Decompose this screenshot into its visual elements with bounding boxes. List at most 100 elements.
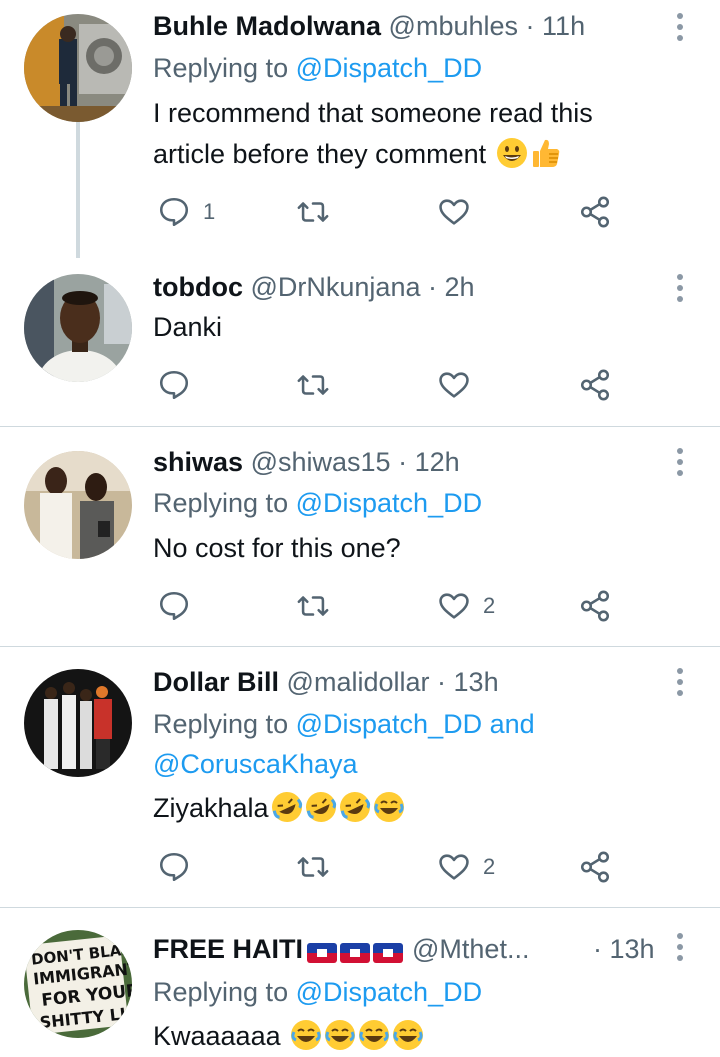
- retweet-button[interactable]: [296, 586, 330, 626]
- tweet-header: shiwas @shiwas15 · 12h: [153, 445, 460, 479]
- reply-icon: [159, 370, 189, 400]
- timestamp[interactable]: 12h: [415, 447, 460, 477]
- tweet-buhle[interactable]: Buhle Madolwana @mbuhles · 11h Replying …: [0, 0, 720, 260]
- handle[interactable]: @shiwas15: [251, 447, 391, 477]
- retweet-icon: [297, 596, 329, 616]
- replying-to: Replying to @Dispatch_DD: [153, 972, 482, 1012]
- avatar-image: [24, 669, 132, 777]
- tweet-header: tobdoc @DrNkunjana · 2h: [153, 270, 475, 304]
- handle[interactable]: @mbuhles: [389, 11, 518, 41]
- tweet-text-line: Kwaaaaaa: [153, 1021, 281, 1051]
- tweet-tobdoc[interactable]: tobdoc @DrNkunjana · 2h Danki: [0, 260, 720, 426]
- thumbs-up-emoji: [530, 137, 562, 169]
- share-button[interactable]: [578, 192, 612, 232]
- tweet-dollar-bill[interactable]: Dollar Bill @malidollar · 13h Replying t…: [0, 647, 720, 907]
- display-name[interactable]: shiwas: [153, 447, 243, 477]
- tweet-text-line-with-emoji: article before they comment: [153, 134, 593, 175]
- share-button[interactable]: [578, 586, 612, 626]
- tweet-text-line: article before they comment: [153, 139, 487, 169]
- heart-icon: [439, 593, 469, 619]
- retweet-icon: [297, 857, 329, 877]
- avatar[interactable]: DON'T BLAME IMMIGRANTS FOR YOUR SHITTY L…: [24, 930, 132, 1038]
- like-button[interactable]: 2: [437, 586, 495, 626]
- tweet-text-line: Danki: [153, 312, 223, 342]
- replying-and: and: [489, 709, 535, 739]
- separator: ·: [437, 667, 447, 697]
- separator: ·: [593, 934, 602, 964]
- tweet-text-line: No cost for this one?: [153, 533, 401, 563]
- tweet-actions: 2: [153, 847, 633, 887]
- mention-link[interactable]: @Dispatch_DD: [296, 977, 482, 1007]
- rolling-laughing-face-emoji: [339, 791, 371, 823]
- display-name[interactable]: tobdoc: [153, 272, 243, 302]
- avatar[interactable]: [24, 451, 132, 559]
- avatar-image: [24, 274, 132, 382]
- replying-to-label: Replying to: [153, 709, 289, 739]
- retweet-icon: [297, 375, 329, 395]
- haiti-flag-icon: [307, 942, 338, 963]
- avatar-image: [24, 451, 132, 559]
- tweet-text-line-with-emoji: Kwaaaaaa: [153, 1016, 424, 1057]
- tweet-text-line: I recommend that someone read this: [153, 98, 593, 128]
- heart-icon: [439, 854, 469, 880]
- tweet-header: Buhle Madolwana @mbuhles · 11h: [153, 9, 585, 43]
- reply-button[interactable]: [157, 847, 191, 887]
- timestamp[interactable]: 13h: [454, 667, 499, 697]
- handle[interactable]: @malidollar: [287, 667, 430, 697]
- replying-to: Replying to @Dispatch_DD: [153, 48, 482, 88]
- mention-link[interactable]: @Dispatch_DD: [296, 709, 482, 739]
- retweet-button[interactable]: [296, 192, 330, 232]
- reply-count: 1: [203, 199, 216, 224]
- more-options-icon[interactable]: [672, 448, 688, 478]
- retweet-button[interactable]: [296, 847, 330, 887]
- haiti-flag-icon: [340, 942, 371, 963]
- tweet-shiwas[interactable]: shiwas @shiwas15 · 12h Replying to @Disp…: [0, 427, 720, 646]
- more-options-icon[interactable]: [672, 668, 688, 698]
- avatar-image: [24, 14, 132, 122]
- avatar[interactable]: [24, 14, 132, 122]
- share-button[interactable]: [578, 847, 612, 887]
- tweet-text-line-with-emoji: Ziyakhala: [153, 788, 405, 829]
- tweet-header: Dollar Bill @malidollar · 13h: [153, 665, 499, 699]
- tears-of-joy-face-emoji: [373, 791, 405, 823]
- timestamp[interactable]: 13h: [610, 934, 655, 964]
- tweet-text: I recommend that someone read this artic…: [153, 93, 593, 175]
- thread-line: [76, 122, 80, 258]
- more-options-icon[interactable]: [672, 13, 688, 43]
- replying-to-label: Replying to: [153, 53, 289, 83]
- tweet-actions: 1: [153, 192, 633, 232]
- like-button[interactable]: 2: [437, 847, 495, 887]
- mention-link[interactable]: @Dispatch_DD: [296, 53, 482, 83]
- replying-to-label: Replying to: [153, 977, 289, 1007]
- like-button[interactable]: [437, 365, 471, 405]
- avatar[interactable]: [24, 669, 132, 777]
- display-name[interactable]: Buhle Madolwana: [153, 11, 381, 41]
- tweet-time-group: · 13h: [593, 932, 655, 966]
- tweet-text: Kwaaaaaa: [153, 1016, 424, 1057]
- display-name[interactable]: FREE HAITI: [153, 934, 303, 964]
- reply-button[interactable]: [157, 586, 191, 626]
- more-options-icon[interactable]: [672, 933, 688, 963]
- reply-button[interactable]: 1: [157, 192, 215, 232]
- share-icon: [580, 851, 610, 883]
- mention-link[interactable]: @Dispatch_DD: [296, 488, 482, 518]
- like-button[interactable]: [437, 192, 471, 232]
- mention-link[interactable]: @CoruscaKhaya: [153, 749, 358, 779]
- timestamp[interactable]: 2h: [445, 272, 475, 302]
- handle[interactable]: @Mthet...: [412, 934, 529, 964]
- tears-of-joy-face-emoji: [358, 1019, 390, 1051]
- avatar-image: DON'T BLAME IMMIGRANTS FOR YOUR SHITTY L…: [24, 930, 132, 1038]
- haiti-flag-icon: [373, 942, 404, 963]
- timestamp[interactable]: 11h: [542, 11, 585, 41]
- replying-to: Replying to @Dispatch_DD: [153, 483, 482, 523]
- avatar[interactable]: [24, 274, 132, 382]
- more-options-icon[interactable]: [672, 274, 688, 304]
- reply-button[interactable]: [157, 365, 191, 405]
- display-name[interactable]: Dollar Bill: [153, 667, 279, 697]
- handle[interactable]: @DrNkunjana: [251, 272, 421, 302]
- share-button[interactable]: [578, 365, 612, 405]
- retweet-button[interactable]: [296, 365, 330, 405]
- tweet-text-line: Ziyakhala: [153, 793, 269, 823]
- tweet-free-haiti[interactable]: DON'T BLAME IMMIGRANTS FOR YOUR SHITTY L…: [0, 908, 720, 1056]
- reply-icon: [159, 591, 189, 621]
